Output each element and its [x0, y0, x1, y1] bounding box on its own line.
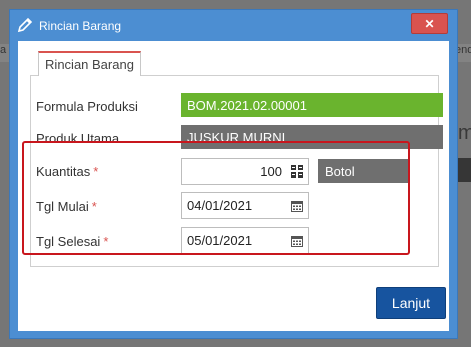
dialog-titlebar: Rincian Barang ✕: [10, 10, 457, 40]
close-button[interactable]: ✕: [411, 13, 448, 34]
highlight-box: [22, 141, 410, 255]
pencil-icon: [17, 17, 33, 33]
formula-produksi-field: BOM.2021.02.00001: [181, 93, 443, 117]
formula-produksi-value: BOM.2021.02.00001: [187, 97, 307, 113]
dialog-title: Rincian Barang: [39, 19, 122, 33]
lanjut-button[interactable]: Lanjut: [376, 287, 446, 319]
tab-rincian-barang[interactable]: Rincian Barang: [38, 51, 141, 76]
formula-produksi-label: Formula Produksi: [36, 99, 138, 114]
